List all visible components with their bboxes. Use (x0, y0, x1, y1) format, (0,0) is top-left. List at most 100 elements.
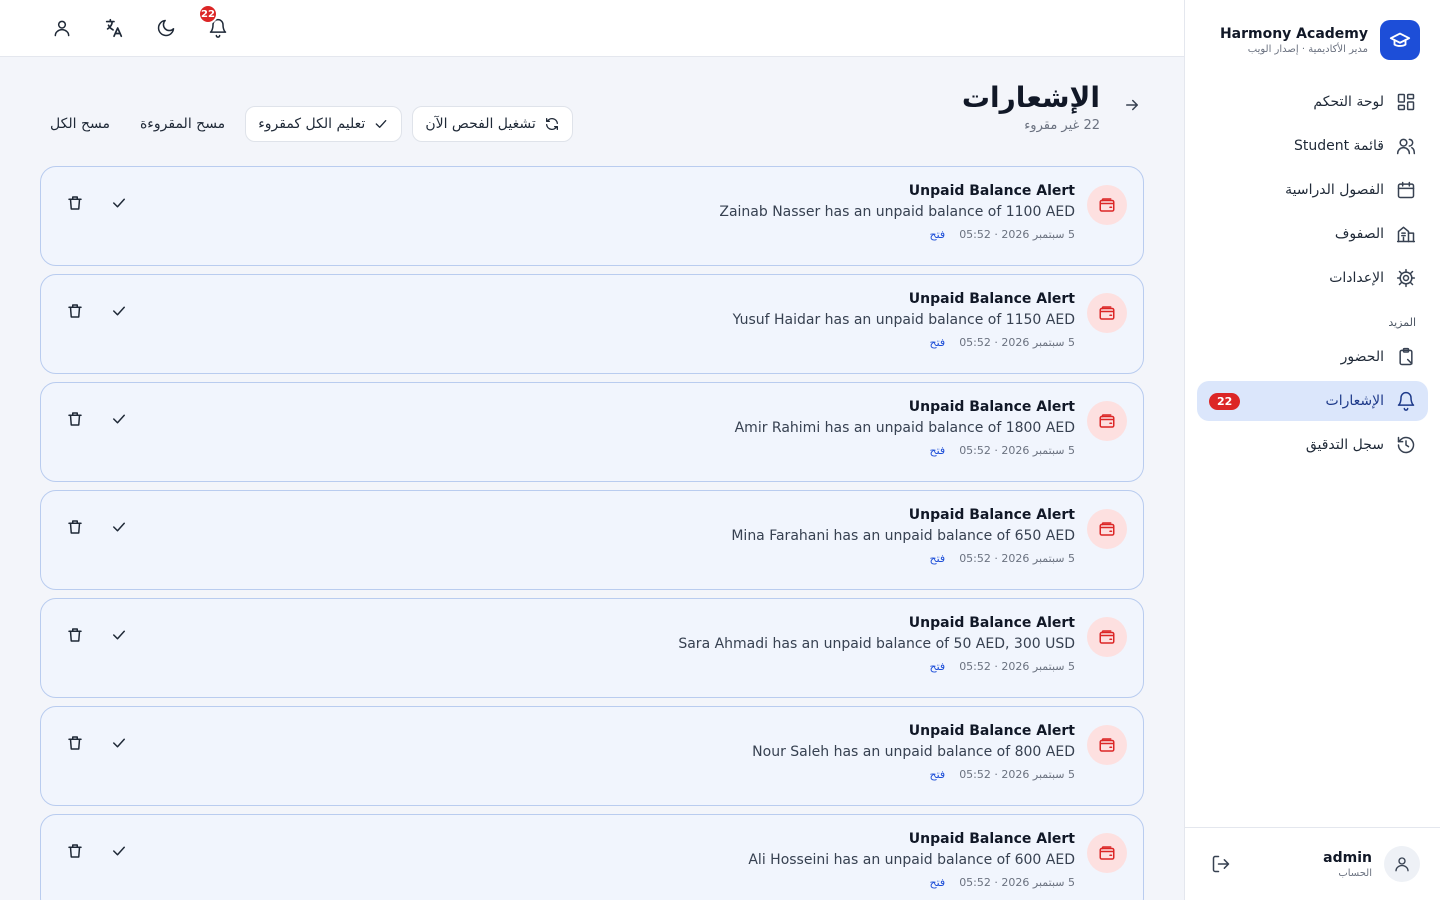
logout-icon (1212, 855, 1230, 873)
delete-button[interactable] (61, 513, 89, 541)
notification-card[interactable]: Unpaid Balance Alert Yusuf Haidar has an… (40, 274, 1144, 374)
notification-time: 5 سبتمبر 2026 · 05:52 (959, 336, 1075, 349)
delete-button[interactable] (61, 729, 89, 757)
bell-count-badge: 22 (198, 4, 218, 24)
building-icon (1396, 226, 1416, 243)
page-title: الإشعارات (961, 81, 1100, 114)
wallet-icon (1087, 293, 1127, 333)
notification-list: Unpaid Balance Alert Zainab Nasser has a… (40, 166, 1144, 900)
mark-read-button[interactable] (105, 621, 133, 649)
trash-icon (68, 628, 82, 642)
sidebar-item-dashboard[interactable]: لوحة التحكم (1197, 82, 1428, 122)
wallet-icon (1087, 617, 1127, 657)
trash-icon (68, 196, 82, 210)
mark-read-button[interactable] (105, 297, 133, 325)
notification-card[interactable]: Unpaid Balance Alert Zainab Nasser has a… (40, 166, 1144, 266)
logout-button[interactable] (1205, 848, 1237, 880)
mark-read-button[interactable] (105, 729, 133, 757)
sidebar-item-terms[interactable]: الفصول الدراسية (1197, 170, 1428, 210)
notification-title: Unpaid Balance Alert (908, 615, 1075, 631)
avatar[interactable] (1384, 846, 1420, 882)
check-icon (113, 306, 125, 316)
notification-card[interactable]: Unpaid Balance Alert Nour Saleh has an u… (40, 706, 1144, 806)
refresh-icon (545, 117, 558, 131)
mark-all-read-button[interactable]: تعليم الكل كمقروء (245, 106, 403, 142)
sidebar-item-audit-log[interactable]: سجل التدقيق (1197, 425, 1428, 465)
wallet-icon (1087, 725, 1127, 765)
open-link[interactable]: فتح (930, 552, 946, 565)
page-header: الإشعارات 22 غير مقروء (962, 81, 1144, 133)
notification-card[interactable]: Unpaid Balance Alert Ali Hosseini has an… (40, 814, 1144, 900)
run-check-button[interactable]: تشغيل الفحص الآن (412, 106, 573, 142)
sidebar-item-label: الحضور (1340, 349, 1384, 365)
check-icon (375, 120, 387, 128)
notification-title: Unpaid Balance Alert (908, 399, 1075, 415)
notification-count-badge: 22 (1209, 392, 1241, 410)
wallet-icon (1087, 401, 1127, 441)
delete-button[interactable] (61, 837, 89, 865)
history-icon (1397, 436, 1415, 454)
sidebar-item-label: الإعدادات (1329, 270, 1384, 286)
notification-card[interactable]: Unpaid Balance Alert Mina Farahani has a… (40, 490, 1144, 590)
gear-icon (1396, 268, 1416, 288)
sidebar-nav: لوحة التحكم قائمة Student الفصول الدراسي… (1197, 82, 1428, 469)
check-icon (113, 738, 125, 748)
clear-read-button[interactable]: مسح المقروءة (130, 106, 235, 142)
profile-button[interactable] (46, 12, 78, 44)
notification-message: Zainab Nasser has an unpaid balance of 1… (719, 204, 1075, 220)
check-icon (113, 414, 125, 424)
delete-button[interactable] (61, 189, 89, 217)
account-panel: admin الحساب (1185, 827, 1440, 900)
sidebar-item-label: الفصول الدراسية (1285, 182, 1384, 198)
wallet-icon (1087, 833, 1127, 873)
open-link[interactable]: فتح (930, 768, 946, 781)
brand: Harmony Academy مدير الأكاديمية · إصدار … (1205, 20, 1420, 60)
sidebar-item-students[interactable]: قائمة Student (1197, 126, 1428, 166)
mark-read-button[interactable] (105, 513, 133, 541)
notification-title: Unpaid Balance Alert (908, 291, 1075, 307)
back-button[interactable] (1120, 93, 1144, 117)
language-button[interactable] (98, 12, 130, 44)
notifications-button[interactable]: 22 (198, 4, 234, 44)
delete-button[interactable] (61, 297, 89, 325)
delete-button[interactable] (61, 405, 89, 433)
user-icon (1395, 857, 1409, 872)
notification-card[interactable]: Unpaid Balance Alert Sara Ahmadi has an … (40, 598, 1144, 698)
open-link[interactable]: فتح (930, 660, 946, 673)
open-link[interactable]: فتح (930, 876, 946, 889)
main-content: الإشعارات 22 غير مقروء تشغيل الفحص الآن … (0, 57, 1184, 900)
trash-icon (68, 412, 82, 426)
mark-read-button[interactable] (105, 837, 133, 865)
wallet-icon (1087, 509, 1127, 549)
sidebar-item-attendance[interactable]: الحضور (1197, 337, 1428, 377)
check-icon (113, 198, 125, 208)
calendar-icon (1397, 181, 1415, 199)
open-link[interactable]: فتح (930, 228, 946, 241)
mark-read-button[interactable] (105, 405, 133, 433)
open-link[interactable]: فتح (930, 444, 946, 457)
dashboard-icon (1397, 93, 1415, 111)
notification-title: Unpaid Balance Alert (908, 507, 1075, 523)
sidebar-item-settings[interactable]: الإعدادات (1197, 258, 1428, 298)
notification-message: Ali Hosseini has an unpaid balance of 60… (748, 852, 1075, 868)
notification-time: 5 سبتمبر 2026 · 05:52 (959, 876, 1075, 889)
notification-time: 5 سبتمبر 2026 · 05:52 (959, 444, 1075, 457)
trash-icon (68, 304, 82, 318)
clear-all-button[interactable]: مسح الكل (40, 106, 120, 142)
sidebar-item-notifications[interactable]: الإشعارات 22 (1197, 381, 1428, 421)
sidebar-item-classes[interactable]: الصفوف (1197, 214, 1428, 254)
check-icon (113, 522, 125, 532)
notification-message: Amir Rahimi has an unpaid balance of 180… (734, 420, 1075, 436)
moon-icon (157, 19, 175, 37)
open-link[interactable]: فتح (930, 336, 946, 349)
brand-name: Harmony Academy (1219, 25, 1368, 42)
delete-button[interactable] (61, 621, 89, 649)
clipboard-icon (1399, 347, 1413, 366)
mark-read-button[interactable] (105, 189, 133, 217)
theme-toggle-button[interactable] (150, 12, 182, 44)
trash-icon (68, 736, 82, 750)
toolbar: تشغيل الفحص الآن تعليم الكل كمقروء مسح ا… (40, 106, 573, 142)
sidebar-item-label: الإشعارات (1325, 393, 1384, 409)
notification-card[interactable]: Unpaid Balance Alert Amir Rahimi has an … (40, 382, 1144, 482)
notification-title: Unpaid Balance Alert (908, 831, 1075, 847)
